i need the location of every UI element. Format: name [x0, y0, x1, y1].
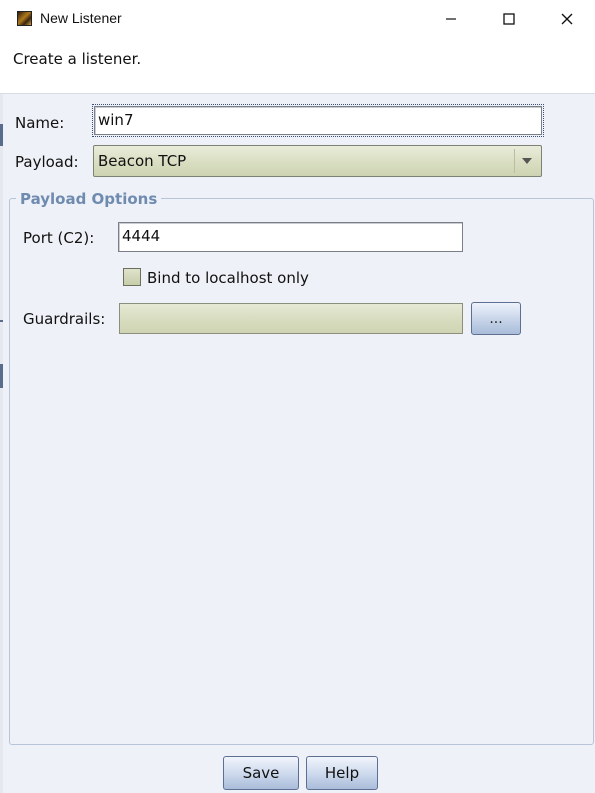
minimize-icon	[446, 18, 456, 20]
new-listener-dialog: New Listener Create a listener. Name: wi…	[0, 0, 595, 793]
dialog-description: Create a listener.	[13, 50, 142, 68]
guardrails-field[interactable]	[119, 303, 463, 334]
title-bar[interactable]: New Listener	[0, 0, 595, 38]
background-window-edge	[0, 94, 3, 793]
app-icon	[17, 11, 32, 26]
payload-select[interactable]: Beacon TCP	[93, 145, 542, 177]
chevron-down-icon	[521, 158, 532, 164]
guardrails-browse-button[interactable]: ...	[471, 302, 521, 335]
close-icon	[561, 13, 573, 25]
payload-selected-value: Beacon TCP	[98, 152, 187, 170]
close-button[interactable]	[538, 0, 595, 38]
help-button[interactable]: Help	[306, 756, 378, 790]
port-input[interactable]: 4444	[118, 222, 463, 252]
description-panel: Create a listener.	[0, 38, 595, 94]
window-title: New Listener	[40, 10, 122, 26]
port-label: Port (C2):	[23, 229, 95, 247]
guardrails-label: Guardrails:	[23, 310, 106, 328]
bind-localhost-checkbox[interactable]	[123, 268, 141, 286]
payload-options-title: Payload Options	[16, 190, 162, 208]
payload-label: Payload:	[15, 153, 79, 171]
payload-dropdown-button[interactable]	[514, 149, 538, 173]
bind-localhost-label[interactable]: Bind to localhost only	[147, 269, 309, 287]
maximize-button[interactable]	[480, 0, 538, 38]
maximize-icon	[503, 13, 515, 25]
save-button[interactable]: Save	[223, 756, 299, 790]
name-input[interactable]: win7	[92, 104, 544, 137]
minimize-button[interactable]	[422, 0, 480, 38]
name-label: Name:	[15, 114, 65, 132]
